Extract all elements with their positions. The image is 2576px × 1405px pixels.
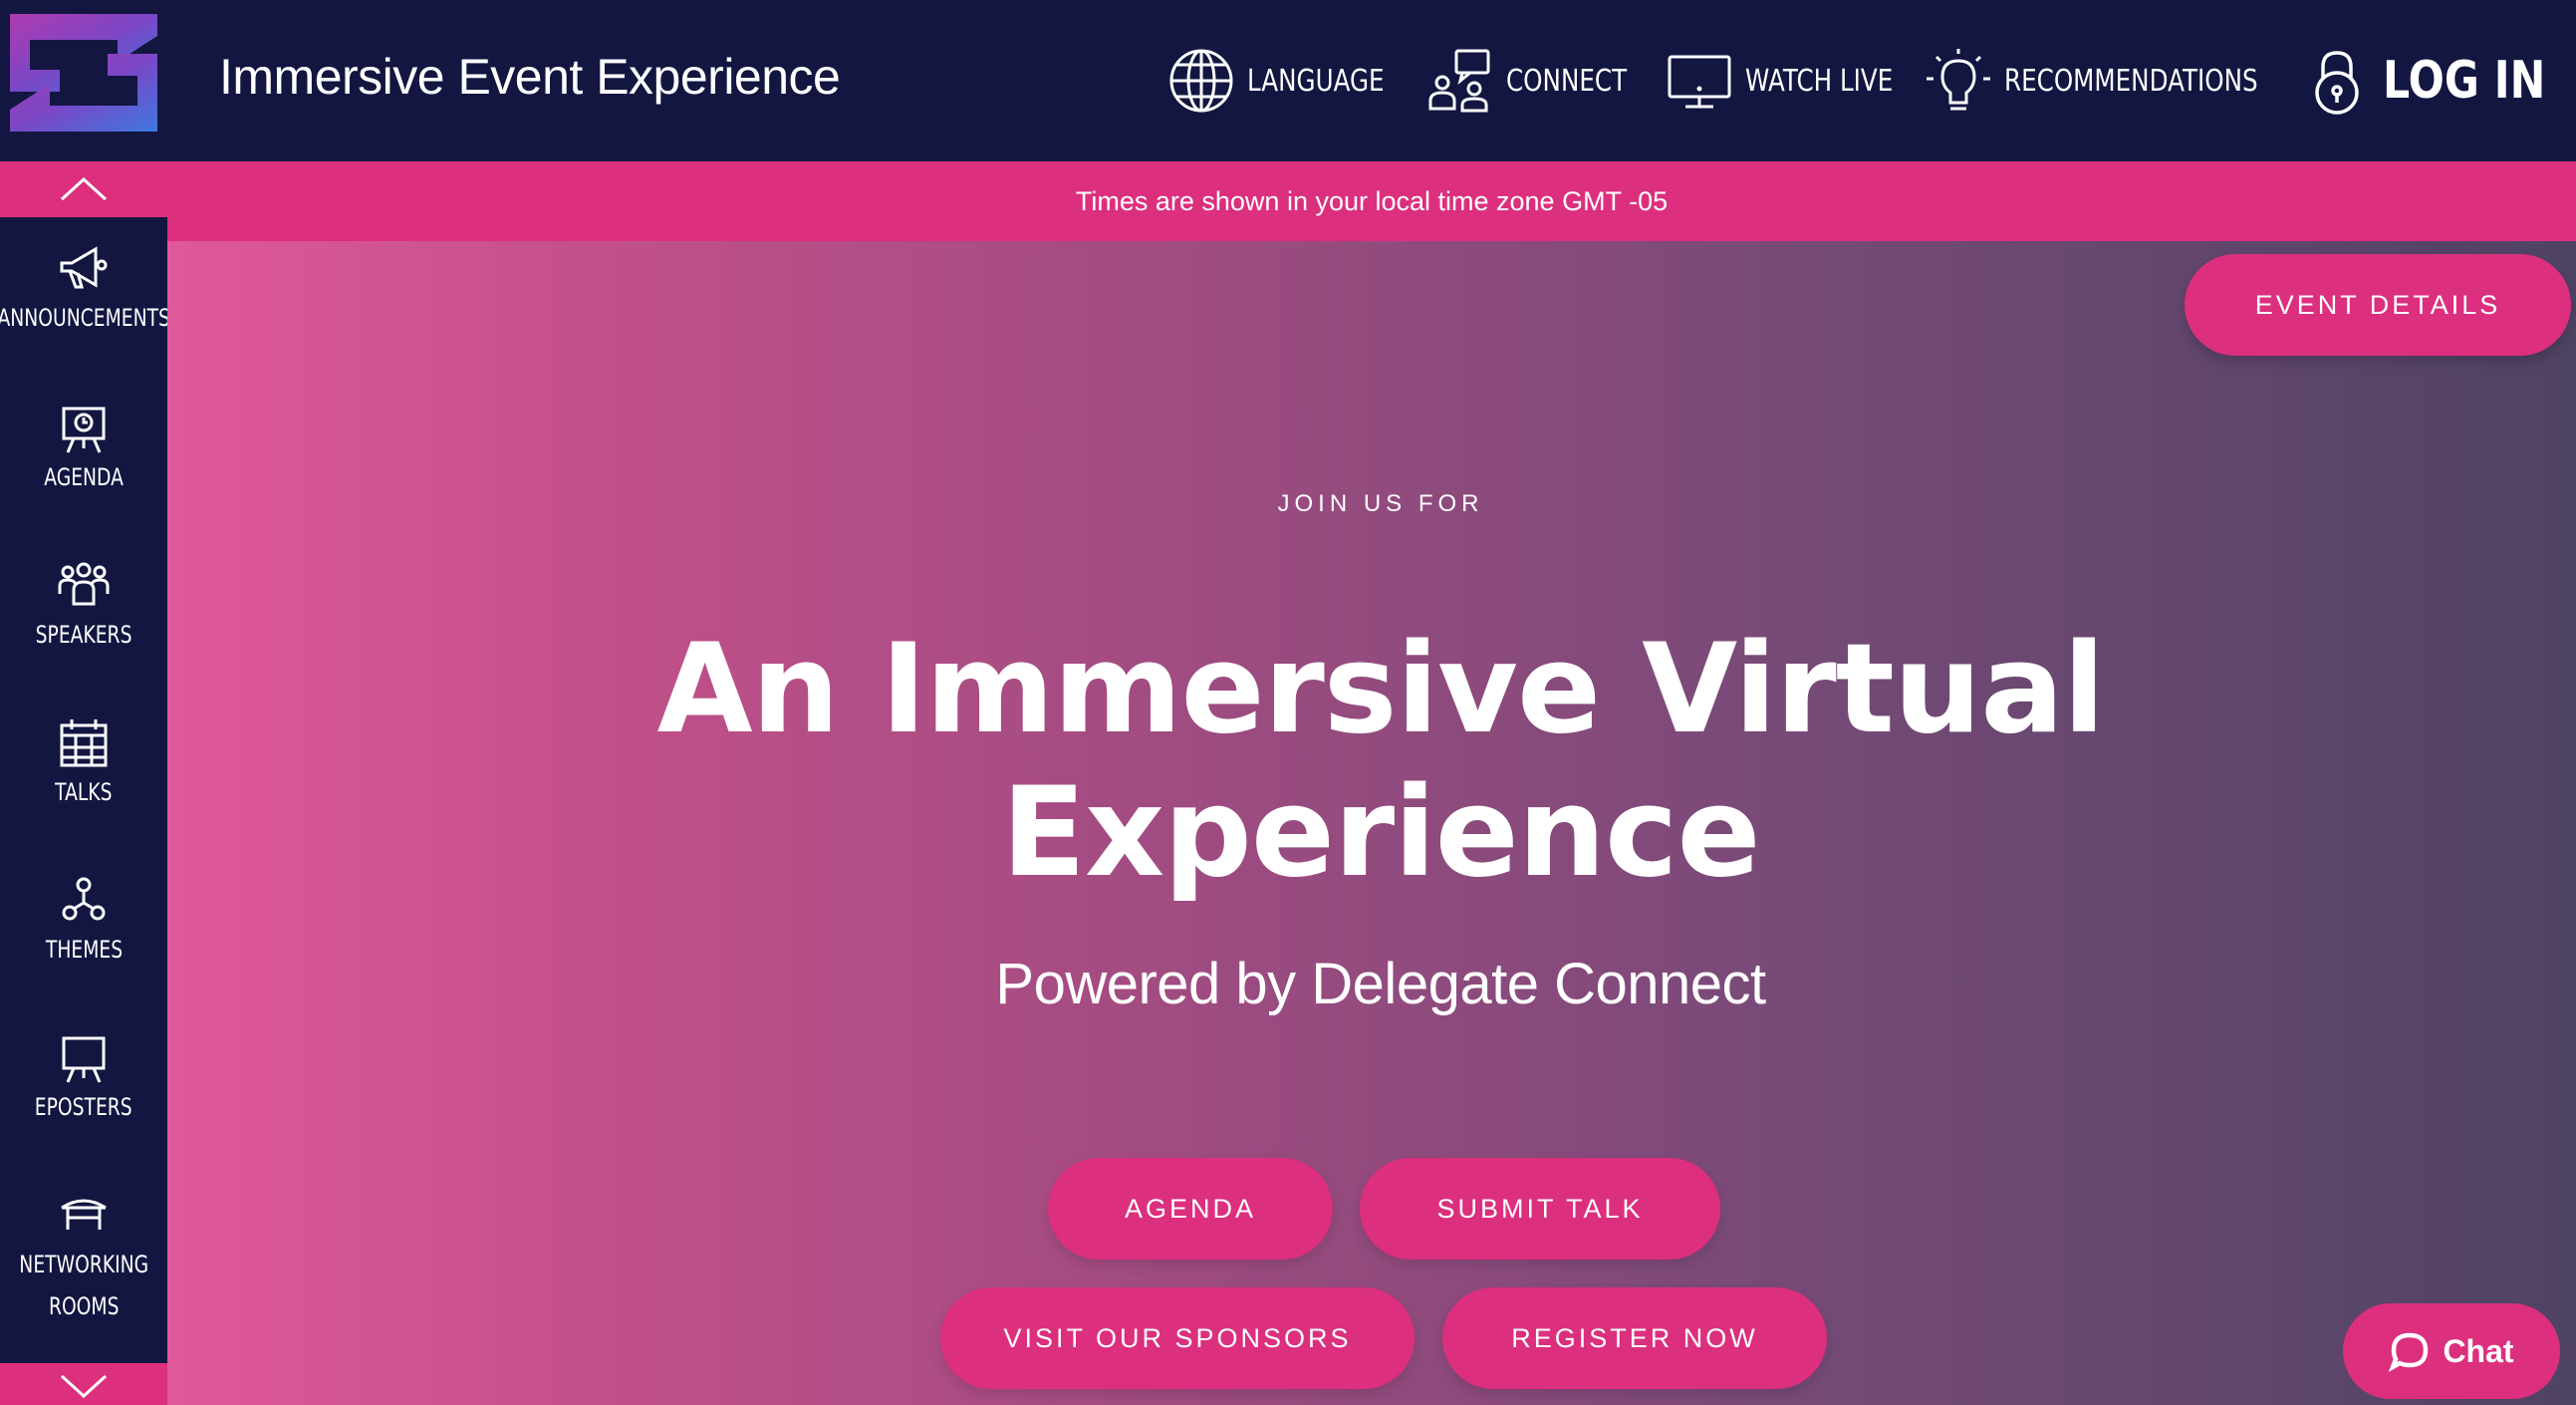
- nav-language-label: LANGUAGE: [1247, 63, 1385, 99]
- nav-language[interactable]: LANGUAGE: [1167, 45, 1397, 117]
- chat-label: Chat: [2443, 1332, 2514, 1369]
- easel-icon: [62, 1036, 106, 1083]
- register-now-button[interactable]: REGISTER NOW: [1442, 1287, 1827, 1389]
- left-sidebar: ANNOUNCEMENTS AGENDA SPEAKERS TALKS THEM…: [0, 161, 170, 1405]
- submit-talk-button[interactable]: SUBMIT TALK: [1360, 1158, 1720, 1260]
- chat-button[interactable]: Chat: [2343, 1303, 2560, 1399]
- nodes-icon: [62, 877, 106, 921]
- nav-watch-live[interactable]: WATCH LIVE: [1666, 45, 1895, 117]
- sidebar-item-speakers[interactable]: SPEAKERS: [0, 558, 167, 656]
- lock-icon: [2315, 51, 2359, 115]
- hero-kicker: JOIN US FOR: [1277, 490, 1484, 517]
- table-icon: [61, 1199, 107, 1230]
- chevron-down-icon: [60, 1374, 108, 1398]
- sidebar-item-label: AGENDA: [44, 463, 124, 491]
- speech-bubble-icon: [2389, 1332, 2429, 1372]
- top-header: Immersive Event Experience LANGUAGE CONN…: [0, 0, 2576, 161]
- hero-headline-line1: An Immersive Virtual: [656, 618, 2106, 761]
- globe-icon: [1169, 49, 1233, 113]
- lightbulb-icon: [1927, 49, 1990, 111]
- brand-logo[interactable]: [0, 0, 167, 144]
- hero-headline: An Immersive Virtual Experience: [167, 618, 2576, 905]
- sidebar-item-label: SPEAKERS: [35, 621, 132, 649]
- megaphone-icon: [60, 246, 108, 289]
- sidebar-item-agenda[interactable]: AGENDA: [0, 401, 167, 498]
- hero-section: EVENT DETAILS JOIN US FOR An Immersive V…: [167, 241, 2576, 1405]
- sidebar-item-label: ANNOUNCEMENTS: [0, 304, 170, 332]
- nav-connect-label: CONNECT: [1506, 63, 1628, 99]
- monitor-icon: [1668, 55, 1731, 109]
- sidebar-scroll-up-button[interactable]: [0, 161, 167, 217]
- sidebar-item-announcements[interactable]: ANNOUNCEMENTS: [0, 241, 170, 339]
- nav-recommendations[interactable]: RECOMMENDATIONS: [1925, 45, 2273, 117]
- top-nav: LANGUAGE CONNECT WATCH LIVE RECOMMENDATI…: [1138, 36, 2546, 126]
- timezone-banner: Times are shown in your local time zone …: [167, 161, 2576, 241]
- people-group-icon: [58, 562, 110, 606]
- nav-recommendations-label: RECOMMENDATIONS: [2004, 63, 2258, 99]
- sidebar-item-talks[interactable]: TALKS: [0, 715, 167, 813]
- sidebar-item-label: THEMES: [45, 936, 123, 964]
- sidebar-item-label: TALKS: [55, 778, 113, 806]
- calendar-icon: [60, 719, 108, 767]
- nav-watch-live-label: WATCH LIVE: [1745, 63, 1894, 99]
- event-details-button[interactable]: EVENT DETAILS: [2185, 254, 2571, 356]
- presentation-clock-icon: [62, 407, 106, 453]
- agenda-button[interactable]: AGENDA: [1048, 1158, 1333, 1260]
- sidebar-scroll-down-button[interactable]: [0, 1363, 167, 1405]
- connect-people-icon: [1428, 49, 1490, 113]
- visit-sponsors-button[interactable]: VISIT OUR SPONSORS: [940, 1287, 1415, 1389]
- app-title: Immersive Event Experience: [219, 49, 841, 105]
- sidebar-item-label: NETWORKING: [19, 1251, 148, 1278]
- sidebar-item-themes[interactable]: THEMES: [0, 873, 167, 971]
- hero-subheadline: Powered by Delegate Connect: [995, 952, 1766, 1016]
- chevron-up-icon: [60, 176, 108, 201]
- hero-headline-line2: Experience: [1001, 761, 1760, 905]
- sidebar-item-eposters[interactable]: EPOSTERS: [0, 1030, 167, 1128]
- sidebar-item-label: EPOSTERS: [35, 1093, 132, 1121]
- nav-login[interactable]: LOG IN: [2303, 45, 2546, 117]
- nav-login-label: LOG IN: [2383, 51, 2546, 111]
- timezone-text: Times are shown in your local time zone …: [1075, 185, 1669, 216]
- sidebar-item-networking-rooms[interactable]: NETWORKING ROOMS: [0, 1188, 167, 1327]
- nav-connect[interactable]: CONNECT: [1426, 45, 1636, 117]
- sidebar-item-label-line2: ROOMS: [48, 1292, 120, 1320]
